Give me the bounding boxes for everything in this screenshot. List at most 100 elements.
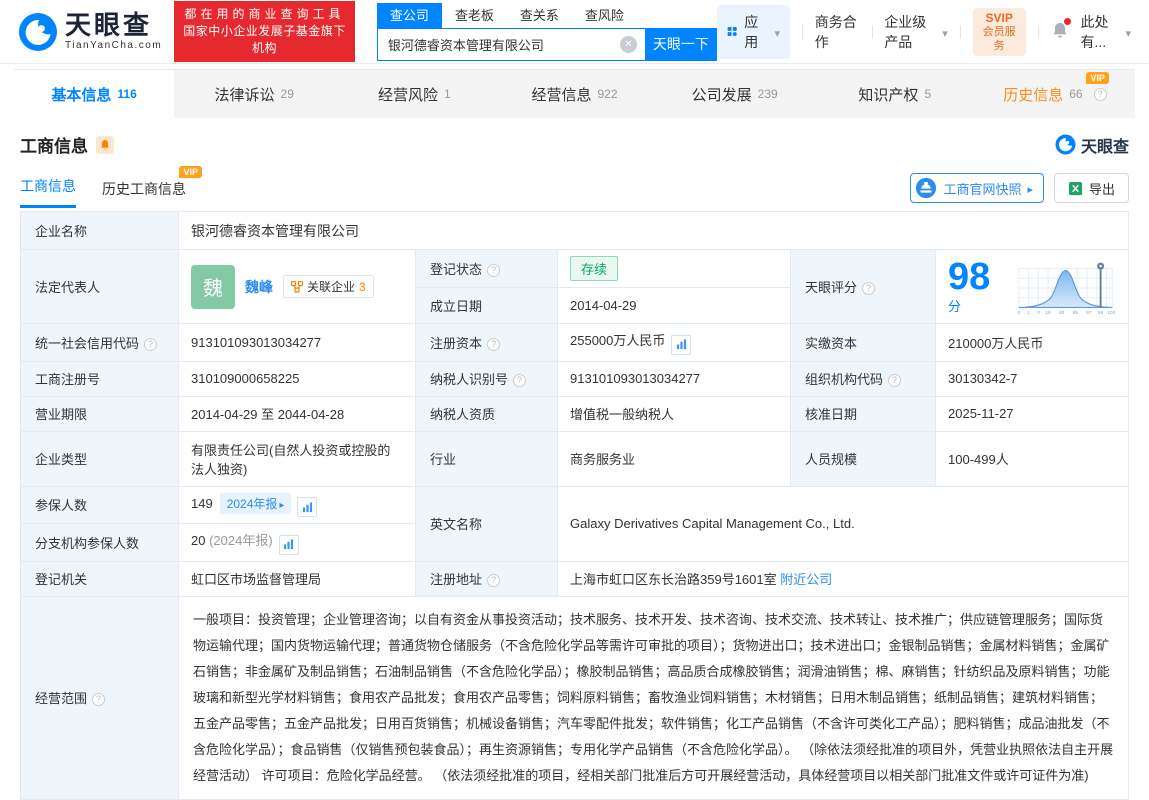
search-tab-boss[interactable]: 查老板 — [442, 3, 507, 28]
notification-dot — [1064, 18, 1071, 25]
help-icon[interactable] — [888, 374, 901, 387]
staff-size-label: 人员规模 — [791, 431, 936, 486]
tax-id-value: 913101093013034277 — [558, 361, 791, 396]
clear-icon[interactable] — [620, 36, 637, 53]
related-companies-badge[interactable]: 关联企业 3 — [283, 275, 374, 298]
network-icon — [291, 281, 303, 293]
logo-title: 天眼查 — [65, 12, 162, 38]
search-tab-relation[interactable]: 查关系 — [507, 3, 572, 28]
official-snapshot-button[interactable]: 工商官网快照 — [910, 173, 1044, 203]
top-header: 天眼查 TianYanCha.com 都在用的商业查询工具 国家中小企业发展子基… — [0, 0, 1149, 64]
tab-legal-proceedings[interactable]: 法律诉讼 29 — [174, 70, 334, 118]
tab-label: 公司发展 — [692, 84, 752, 105]
help-icon[interactable] — [144, 338, 157, 351]
nearby-companies-link[interactable]: 附近公司 — [780, 572, 832, 587]
tab-history-info[interactable]: VIP 历史信息 66 — [975, 70, 1135, 118]
tab-label: 基本信息 — [51, 84, 111, 105]
help-icon[interactable] — [92, 693, 105, 706]
staff-size-value: 100-499人 — [936, 431, 1129, 486]
table-row: 企业类型 有限责任公司(自然人投资或控股的法人独资) 行业 商务服务业 人员规模… — [21, 431, 1129, 486]
tab-company-development[interactable]: 公司发展 239 — [655, 70, 815, 118]
label-text: 组织机构代码 — [805, 372, 883, 387]
help-icon[interactable] — [487, 574, 500, 587]
org-code-value: 30130342-7 — [936, 361, 1129, 396]
score-label: 天眼评分 — [791, 250, 936, 324]
menu-cooperation[interactable]: 商务合作 — [815, 12, 860, 52]
apps-menu[interactable]: 应用 — [717, 5, 790, 59]
search-tab-company[interactable]: 查公司 — [377, 3, 442, 28]
excel-icon — [1068, 181, 1083, 196]
tab-basic-info[interactable]: 基本信息 116 — [14, 70, 174, 118]
svip-membership-badge[interactable]: SVIP 会员服务 — [973, 8, 1026, 56]
tianyancha-watermark: 天眼查 — [1055, 133, 1129, 157]
help-icon[interactable] — [487, 338, 500, 351]
chevron-down-icon — [770, 24, 780, 40]
chart-icon[interactable] — [671, 335, 691, 355]
subtab-history-registration-info[interactable]: 历史工商信息 VIP — [102, 179, 186, 208]
report-note: (2024年报) — [209, 533, 273, 548]
help-icon[interactable] — [862, 282, 875, 295]
tab-count: 239 — [758, 87, 778, 101]
chart-icon[interactable] — [297, 497, 317, 517]
svg-text:100: 100 — [1107, 310, 1115, 316]
arrow-right-icon — [1027, 181, 1033, 196]
company-name-label: 企业名称 — [21, 212, 179, 250]
related-label: 关联企业 — [307, 278, 355, 295]
tab-operational-risk[interactable]: 经营风险 1 — [334, 70, 494, 118]
menu-enterprise[interactable]: 企业级产品 — [884, 12, 948, 52]
svg-text:3: 3 — [1037, 310, 1040, 316]
approval-date-label: 核准日期 — [791, 396, 936, 431]
reg-capital-label: 注册资本 — [416, 324, 558, 362]
table-row: 工商注册号 310109000658225 纳税人识别号 91310109301… — [21, 361, 1129, 396]
search-input[interactable] — [377, 28, 645, 61]
tianyancha-logo[interactable]: 天眼查 TianYanCha.com — [18, 12, 162, 52]
help-icon[interactable] — [487, 264, 500, 277]
svg-text:0: 0 — [1017, 310, 1020, 316]
svg-text:97: 97 — [1086, 310, 1092, 316]
tab-intellectual-property[interactable]: 知识产权 5 — [815, 70, 975, 118]
tax-id-label: 纳税人识别号 — [416, 361, 558, 396]
logo-domain: TianYanCha.com — [65, 41, 162, 51]
company-name-value: 银河德睿资本管理有限公司 — [179, 212, 1129, 250]
search-tab-risk[interactable]: 查风险 — [572, 3, 637, 28]
chart-icon[interactable] — [279, 535, 299, 555]
reg-number-label: 工商注册号 — [21, 361, 179, 396]
credit-code-label: 统一社会信用代码 — [21, 324, 179, 362]
avatar[interactable]: 魏 — [191, 265, 235, 309]
tianyancha-watermark-icon — [1055, 134, 1076, 155]
apps-grid-icon — [727, 24, 737, 39]
svg-text:1: 1 — [1027, 310, 1030, 316]
subtab-registration-info[interactable]: 工商信息 — [20, 176, 76, 208]
label-text: 注册地址 — [430, 572, 482, 587]
announcement-icon[interactable] — [96, 136, 114, 154]
label-text: 注册资本 — [430, 336, 482, 351]
industry-label: 行业 — [416, 431, 558, 486]
credit-code-value: 913101093013034277 — [179, 324, 416, 362]
tianyan-score: 98分 — [948, 258, 1116, 316]
chevron-down-icon — [1121, 24, 1131, 40]
legal-rep-link[interactable]: 魏峰 — [245, 277, 273, 297]
score-unit: 分 — [948, 299, 961, 314]
user-menu[interactable]: 此处有... — [1081, 12, 1131, 52]
address-text: 上海市虹口区东长治路359号1601室 — [570, 572, 777, 587]
industry-value: 商务服务业 — [558, 431, 791, 486]
search-button[interactable]: 天眼一下 — [645, 28, 717, 61]
help-icon[interactable] — [1094, 88, 1107, 101]
tab-count: 29 — [281, 87, 294, 101]
label-text: 登记状态 — [430, 262, 482, 277]
annual-report-badge[interactable]: 2024年报 — [220, 493, 292, 514]
notification-bell[interactable] — [1051, 21, 1069, 43]
reg-authority-value: 虹口区市场监督管理局 — [179, 561, 416, 596]
svg-text:99: 99 — [1098, 310, 1104, 316]
taxpayer-quality-value: 增值税一般纳税人 — [558, 396, 791, 431]
score-distribution-chart: 0 1 3 15 50 85 97 99 100 — [1015, 258, 1116, 316]
export-button[interactable]: 导出 — [1054, 173, 1129, 203]
vip-badge: VIP — [1086, 72, 1109, 84]
value-text: 149 — [191, 496, 213, 511]
tab-business-info[interactable]: 经营信息 922 — [494, 70, 654, 118]
branch-insured-label: 分支机构参保人数 — [21, 524, 179, 562]
main-panel: 工商信息 天眼查 工商信息 历史工商信息 VIP — [14, 118, 1135, 800]
score-value: 98 — [948, 256, 990, 298]
tab-label: 知识产权 — [858, 84, 918, 105]
help-icon[interactable] — [513, 374, 526, 387]
